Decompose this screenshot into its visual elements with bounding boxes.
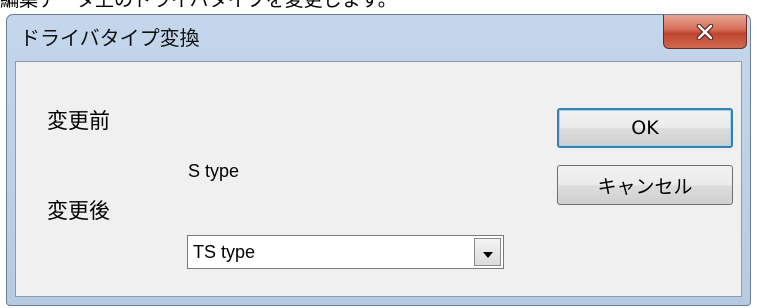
cancel-button-label: キャンセル [597, 175, 693, 198]
cancel-button[interactable]: キャンセル [557, 165, 733, 205]
dialog-title: ドライバタイプ変換 [20, 26, 200, 50]
ok-button[interactable]: OK [557, 108, 733, 148]
close-button[interactable] [663, 15, 747, 49]
after-label: 変更後 [47, 199, 110, 223]
chevron-down-icon [482, 243, 493, 262]
title-bar[interactable]: ドライバタイプ変換 [7, 15, 750, 61]
dialog-client-area: 変更前 S type 変更後 TS type OK キャンセル [15, 61, 742, 297]
before-label: 変更前 [47, 109, 110, 133]
dialog-window: ドライバタイプ変換 変更前 S type 変更後 TS type OK キャンセ… [6, 14, 751, 306]
close-icon [696, 23, 714, 40]
before-value: S type [188, 161, 240, 181]
dropdown-button[interactable] [474, 238, 501, 266]
ok-button-label: OK [631, 117, 659, 139]
after-select-value: TS type [193, 242, 256, 262]
after-select[interactable]: TS type [187, 235, 504, 269]
background-caption: 編集データ上のドライバタイプを変更します。 [0, 0, 397, 11]
